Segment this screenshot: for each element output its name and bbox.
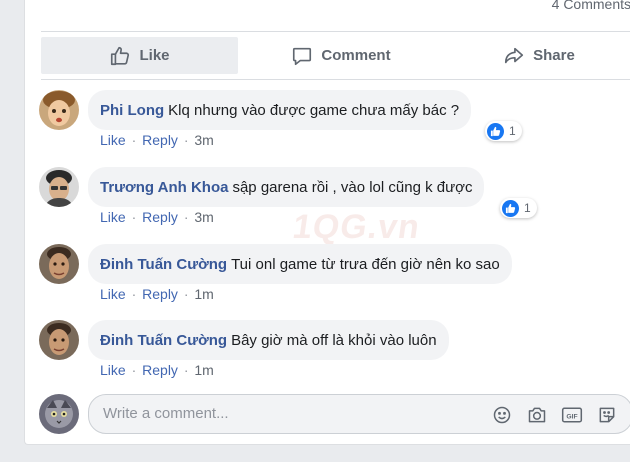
- comment-button[interactable]: Comment: [286, 37, 396, 74]
- gif-button[interactable]: GIF: [561, 404, 583, 426]
- current-user-avatar[interactable]: [39, 394, 79, 434]
- gif-icon: GIF: [561, 407, 583, 423]
- comment-timestamp[interactable]: 3m: [194, 209, 213, 225]
- avatar[interactable]: [39, 320, 79, 360]
- comment-like-link[interactable]: Like: [100, 132, 126, 148]
- comment-timestamp[interactable]: 1m: [194, 362, 213, 378]
- comment-like-link[interactable]: Like: [100, 362, 126, 378]
- comment-text: Klq nhưng vào được game chưa mấy bác ?: [168, 101, 460, 119]
- speech-bubble-icon: [293, 47, 312, 65]
- share-button-label: Share: [533, 47, 575, 64]
- comment-actions: Like · Reply · 1m: [100, 286, 214, 302]
- comment-like-link[interactable]: Like: [100, 209, 126, 225]
- comment-bubble: Phi Long Klq nhưng vào được game chưa mấ…: [88, 90, 472, 130]
- comment-author[interactable]: Trương Anh Khoa: [100, 179, 228, 196]
- comment-input[interactable]: Write a comment... GIF: [88, 394, 630, 434]
- comment-input-placeholder: Write a comment...: [103, 405, 229, 422]
- avatar[interactable]: [39, 167, 79, 207]
- like-reaction-icon: [487, 122, 504, 140]
- comment-reply-link[interactable]: Reply: [142, 209, 178, 225]
- comment-author[interactable]: Phi Long: [100, 102, 164, 119]
- post-card: 4 Comments Like Comment Share 1QG.vn Phi…: [24, 0, 630, 445]
- reaction-count[interactable]: 1: [500, 198, 537, 218]
- share-arrow-icon: [505, 47, 524, 63]
- comment-timestamp[interactable]: 1m: [194, 286, 213, 302]
- smiley-icon: [493, 406, 511, 424]
- separator-dot: ·: [131, 286, 137, 302]
- sticker-button[interactable]: [596, 404, 618, 426]
- comment-author[interactable]: Đinh Tuấn Cường: [100, 332, 227, 349]
- avatar[interactable]: [39, 244, 79, 284]
- camera-icon: [528, 407, 546, 423]
- separator-dot: ·: [183, 132, 189, 148]
- comment-timestamp[interactable]: 3m: [194, 132, 213, 148]
- comment-text: sập garena rồi , vào lol cũng k được: [232, 178, 473, 196]
- comment-button-label: Comment: [321, 47, 391, 64]
- like-button-label: Like: [139, 47, 170, 64]
- comment-composer: Write a comment... GIF: [39, 394, 630, 434]
- reaction-count-value: 1: [509, 124, 516, 138]
- svg-text:GIF: GIF: [566, 413, 577, 420]
- separator-dot: ·: [183, 209, 189, 225]
- comment-actions: Like · Reply · 1m: [100, 362, 214, 378]
- avatar[interactable]: [39, 90, 79, 130]
- separator-dot: ·: [183, 286, 189, 302]
- sticker-icon: [599, 407, 615, 423]
- thumbs-up-icon: [111, 46, 130, 65]
- comment-text: Tui onl game từ trưa đến giờ nên ko sao: [231, 255, 500, 273]
- emoji-button[interactable]: [491, 404, 513, 426]
- comment-text: Bây giờ mà off là khỏi vào luôn: [231, 331, 437, 349]
- comment-author[interactable]: Đinh Tuấn Cường: [100, 256, 227, 273]
- share-button[interactable]: Share: [499, 37, 579, 74]
- separator-dot: ·: [183, 362, 189, 378]
- comment-actions: Like · Reply · 3m: [100, 132, 214, 148]
- comment-bubble: Đinh Tuấn Cường Bây giờ mà off là khỏi v…: [88, 320, 449, 360]
- comment-reply-link[interactable]: Reply: [142, 132, 178, 148]
- comment-count-link[interactable]: 4 Comments: [552, 0, 630, 12]
- post-action-bar: Like Comment Share: [41, 31, 630, 80]
- photo-button[interactable]: [526, 404, 548, 426]
- like-button[interactable]: Like: [41, 37, 238, 74]
- reaction-count[interactable]: 1: [485, 121, 522, 141]
- reaction-count-value: 1: [524, 201, 531, 215]
- comment-reply-link[interactable]: Reply: [142, 286, 178, 302]
- comment-actions: Like · Reply · 3m: [100, 209, 214, 225]
- separator-dot: ·: [131, 132, 137, 148]
- comment-like-link[interactable]: Like: [100, 286, 126, 302]
- comment-bubble: Đinh Tuấn Cường Tui onl game từ trưa đến…: [88, 244, 512, 284]
- like-reaction-icon: [502, 199, 519, 217]
- comment-reply-link[interactable]: Reply: [142, 362, 178, 378]
- separator-dot: ·: [131, 209, 137, 225]
- comment-bubble: Trương Anh Khoa sập garena rồi , vào lol…: [88, 167, 485, 207]
- watermark-logo: 1QG.vn: [290, 208, 423, 246]
- separator-dot: ·: [131, 362, 137, 378]
